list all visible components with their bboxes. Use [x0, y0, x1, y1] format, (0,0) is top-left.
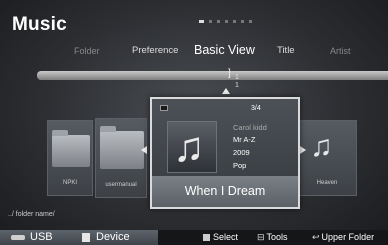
artist-text: Carol kidd [233, 123, 267, 132]
album-art: ♫ [167, 121, 217, 173]
upper-folder-hint-label: Upper Folder [321, 232, 375, 242]
tab-preference[interactable]: Preference [132, 44, 178, 58]
item-counter: 3/4 [251, 105, 261, 112]
tab-title[interactable]: Title [277, 44, 295, 58]
usb-label: USB [30, 231, 53, 243]
folder-icon [52, 130, 90, 167]
upper-folder-hint[interactable]: ↩ Upper Folder [312, 232, 374, 243]
folder-item-usermanual[interactable]: usermanual [95, 118, 147, 198]
folder-item-npki[interactable]: NPKI [47, 120, 93, 196]
page-indicator [199, 20, 252, 23]
music-note-icon: ♫ [310, 130, 333, 163]
folder-item-label: usermanual [105, 182, 137, 188]
scroll-position-marker: ] [228, 68, 231, 79]
song-title: When I Dream [152, 176, 298, 207]
page-dot [209, 20, 212, 23]
enter-button-icon [203, 234, 210, 241]
bottom-bar: USB Device Select ⊟ Tools ↩ Upper Folder [0, 230, 388, 245]
device-label: Device [96, 231, 130, 243]
page-dot [233, 20, 236, 23]
music-note-icon: ♫ [173, 123, 205, 170]
page-title: Music [12, 14, 67, 35]
tools-hint[interactable]: ⊟ Tools [257, 232, 288, 243]
scroll-count: 1 [235, 82, 239, 89]
select-hint-label: Select [213, 232, 239, 242]
tab-basic-view[interactable]: Basic View [194, 43, 255, 57]
genre-text: Pop [233, 161, 247, 170]
sort-tabs: Folder Preference Basic View Title Artis… [0, 43, 388, 58]
tab-artist[interactable]: Artist [330, 44, 351, 58]
music-item-label: Heaven [316, 180, 338, 186]
page-dot [241, 20, 244, 23]
focused-music-item[interactable]: 3/4 ♫ Carol kidd Mr A-Z 2009 Pop When I … [150, 97, 300, 209]
album-text: Mr A-Z [233, 135, 256, 144]
page-dot [249, 20, 252, 23]
page-dot-active [199, 20, 204, 23]
scroll-index: 1 [235, 74, 239, 81]
music-browser-screen: Music Folder Preference Basic View Title… [0, 0, 388, 245]
select-hint[interactable]: Select [203, 232, 238, 243]
folder-icon [100, 126, 144, 169]
tools-hint-label: Tools [266, 232, 288, 242]
folder-path: ../ folder name/ [8, 211, 55, 218]
source-tab-usb[interactable]: USB Device [0, 230, 158, 245]
return-icon: ↩ [312, 232, 320, 242]
right-arrow-icon[interactable] [300, 146, 306, 154]
device-icon [82, 233, 90, 242]
page-dot [217, 20, 220, 23]
media-type-icon [160, 105, 168, 111]
usb-icon [11, 235, 25, 240]
left-arrow-icon[interactable] [141, 146, 147, 154]
year-text: 2009 [233, 148, 250, 157]
tab-folder[interactable]: Folder [74, 44, 100, 58]
tools-icon: ⊟ [257, 232, 265, 242]
up-arrow-icon[interactable] [222, 88, 230, 94]
item-scrollbar[interactable] [37, 71, 388, 80]
folder-item-label: NPKI [62, 180, 77, 186]
music-item-heaven[interactable]: ♫ Heaven [297, 120, 357, 196]
page-dot [225, 20, 228, 23]
